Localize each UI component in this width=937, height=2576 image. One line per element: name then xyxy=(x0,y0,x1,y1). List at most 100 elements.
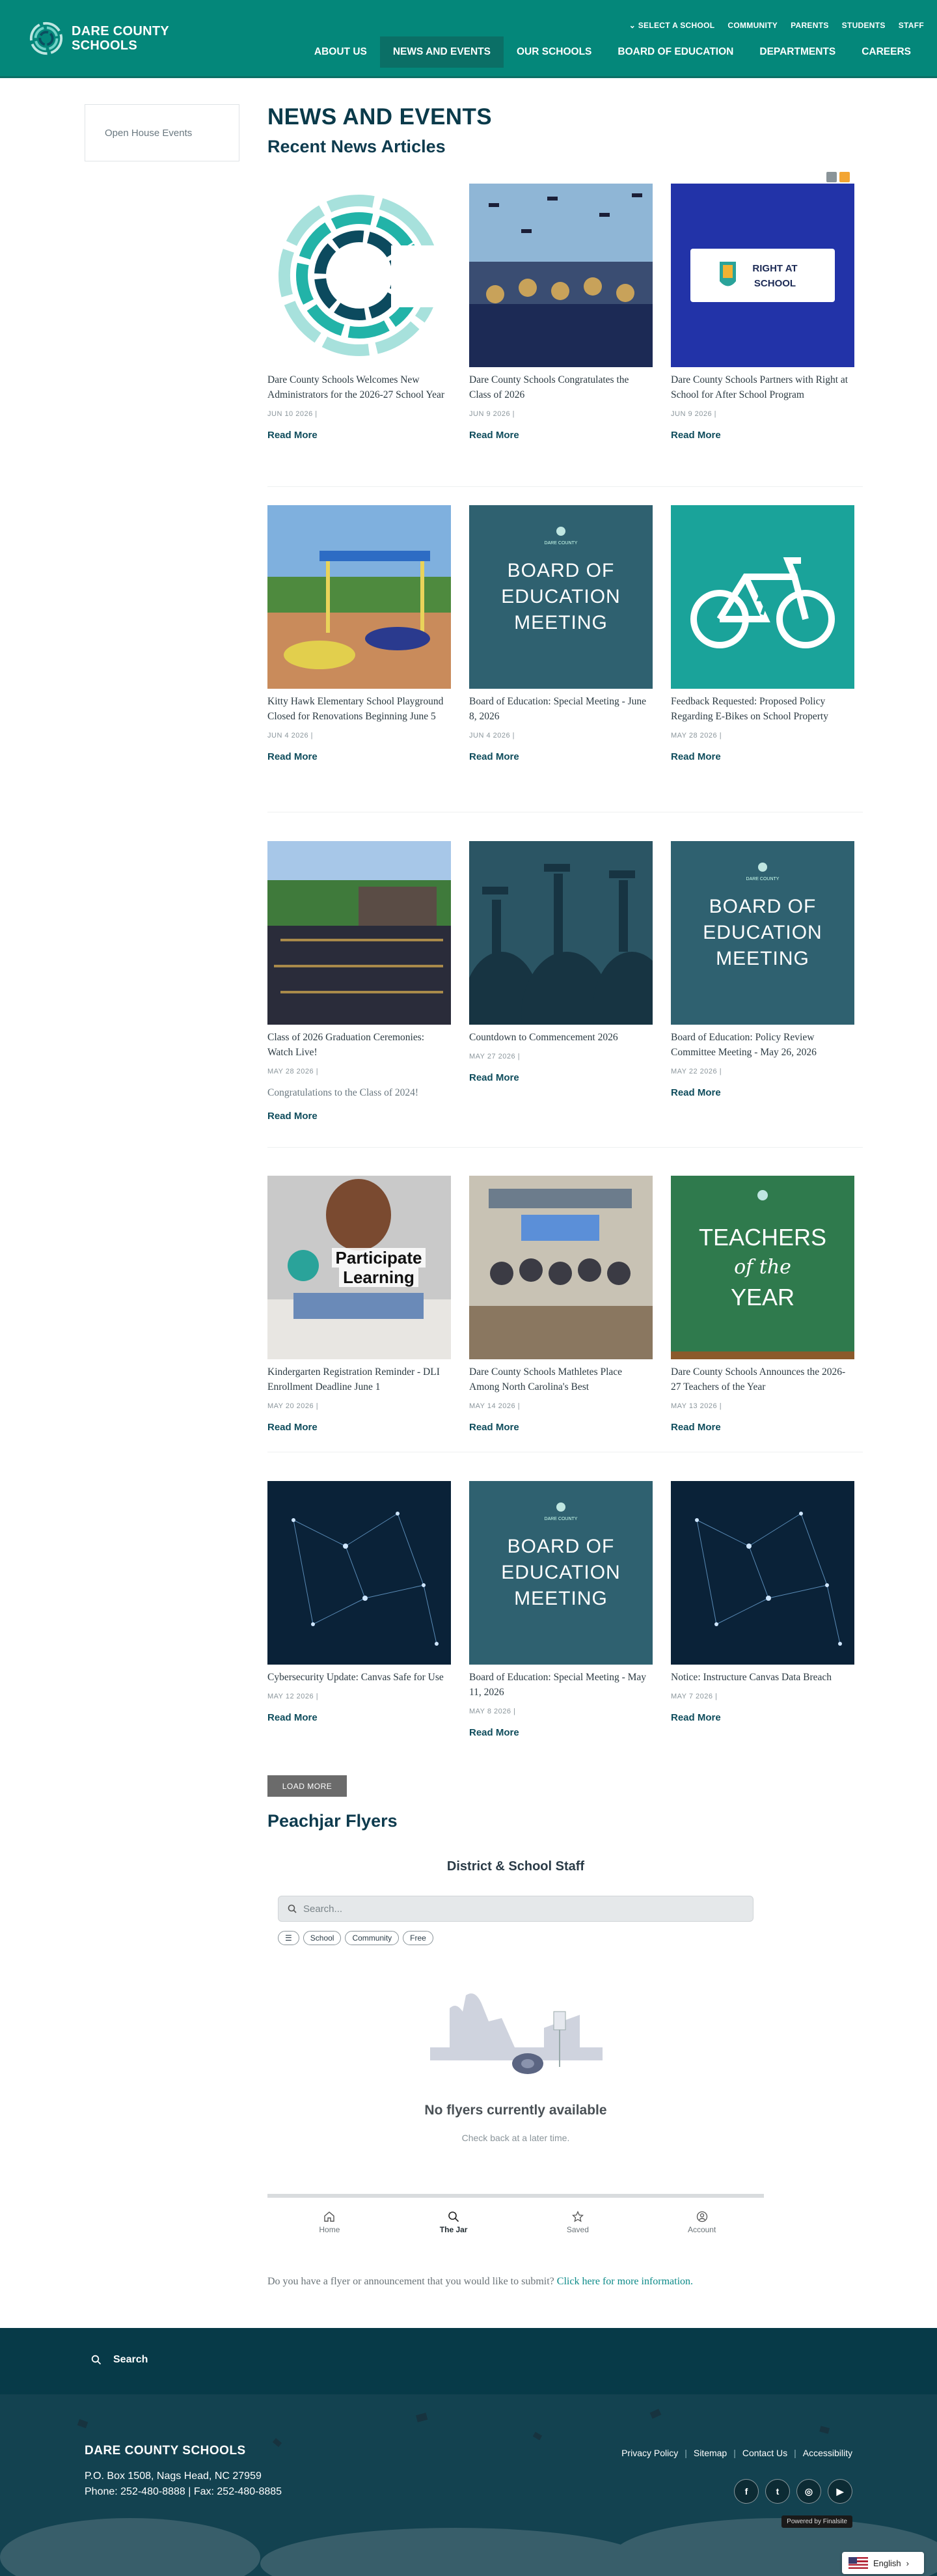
nav-our-schools[interactable]: OUR SCHOOLS xyxy=(504,36,604,68)
news-title[interactable]: Dare County Schools Announces the 2026-2… xyxy=(671,1364,854,1394)
read-more-link[interactable]: Read More xyxy=(469,751,653,762)
news-thumbnail[interactable] xyxy=(469,184,653,367)
tab-saved[interactable]: Saved xyxy=(539,2211,617,2234)
load-more-button[interactable]: LOAD MORE xyxy=(267,1775,347,1797)
site-logo[interactable]: DARE COUNTY SCHOOLS xyxy=(27,20,169,57)
news-thumbnail[interactable]: DARE COUNTY BOARD OF EDUCATION MEETING xyxy=(469,1481,653,1665)
read-more-link[interactable]: Read More xyxy=(671,1422,854,1433)
language-selector[interactable]: English › xyxy=(842,2552,924,2574)
tab-home[interactable]: Home xyxy=(290,2211,368,2234)
news-title[interactable]: Class of 2026 Graduation Ceremonies: Wat… xyxy=(267,1030,451,1060)
read-more-link[interactable]: Read More xyxy=(671,1712,854,1723)
footer-link-contact[interactable]: Contact Us xyxy=(742,2448,787,2458)
news-thumbnail[interactable] xyxy=(469,1176,653,1359)
nav-about-us[interactable]: ABOUT US xyxy=(301,36,380,68)
news-card[interactable]: Dare County Schools Mathletes Place Amon… xyxy=(469,1176,653,1433)
util-staff[interactable]: STAFF xyxy=(899,21,924,30)
chip-free[interactable]: Free xyxy=(403,1931,433,1945)
nav-news-and-events[interactable]: NEWS AND EVENTS xyxy=(379,36,504,68)
news-card[interactable]: Kitty Hawk Elementary School Playground … xyxy=(267,505,451,762)
news-card[interactable]: Notice: Instructure Canvas Data Breach MA… xyxy=(671,1481,854,1723)
read-more-link[interactable]: Read More xyxy=(469,1727,653,1738)
nav-board-of-education[interactable]: BOARD OF EDUCATION xyxy=(604,36,746,68)
news-thumbnail[interactable]: TEACHERS of the YEAR xyxy=(671,1176,854,1359)
read-more-link[interactable]: Read More xyxy=(469,1072,653,1083)
read-more-link[interactable]: Read More xyxy=(267,1712,451,1723)
read-more-link[interactable]: Read More xyxy=(267,430,451,441)
footer-link-privacy[interactable]: Privacy Policy xyxy=(621,2448,678,2458)
news-title[interactable]: Dare County Schools Mathletes Place Amon… xyxy=(469,1364,653,1394)
news-card[interactable]: TEACHERS of the YEAR Dare County Schools An… xyxy=(671,1176,854,1433)
news-card[interactable]: RIGHT AT SCHOOL Dare County Schools Partne… xyxy=(671,184,854,441)
news-thumbnail[interactable] xyxy=(267,505,451,689)
news-title[interactable]: Dare County Schools Partners with Right … xyxy=(671,372,854,402)
util-select-school[interactable]: ⌄ SELECT A SCHOOL xyxy=(629,21,715,30)
news-title[interactable]: Countdown to Commencement 2026 xyxy=(469,1030,653,1045)
tab-account[interactable]: Account xyxy=(663,2211,741,2234)
news-thumbnail[interactable] xyxy=(671,505,854,689)
news-card[interactable]: Feedback Requested: Proposed Policy Rega… xyxy=(671,505,854,762)
instagram-icon[interactable]: ◎ xyxy=(796,2479,821,2504)
news-thumbnail[interactable]: DARE COUNTY BOARD OF EDUCATION MEETING xyxy=(469,505,653,689)
youtube-icon[interactable]: ▶ xyxy=(828,2479,852,2504)
nav-departments[interactable]: DEPARTMENTS xyxy=(746,36,849,68)
news-title[interactable]: Board of Education: Policy Review Commit… xyxy=(671,1030,854,1060)
util-parents[interactable]: PARENTS xyxy=(791,21,829,30)
news-card[interactable]: Class of 2026 Graduation Ceremonies: Wat… xyxy=(267,841,451,1122)
twitter-icon[interactable]: t xyxy=(765,2479,790,2504)
flyer-search-input[interactable]: Search... xyxy=(278,1896,754,1922)
news-card[interactable]: DARE COUNTY BOARD OF EDUCATION MEETING Board… xyxy=(671,841,854,1098)
util-community[interactable]: COMMUNITY xyxy=(727,21,778,30)
news-card[interactable]: Participate Learning Kindergarten Registra… xyxy=(267,1176,451,1433)
news-thumbnail[interactable]: Participate Learning xyxy=(267,1176,451,1359)
read-more-link[interactable]: Read More xyxy=(671,751,854,762)
sidebar-item-open-house[interactable]: Open House Events xyxy=(85,104,239,161)
news-title[interactable]: Board of Education: Special Meeting - Ju… xyxy=(469,694,653,724)
news-thumbnail[interactable] xyxy=(469,841,653,1025)
footer-school-name: DARE COUNTY SCHOOLS xyxy=(85,2444,246,2458)
news-title[interactable]: Dare County Schools Congratulates the Cl… xyxy=(469,372,653,402)
util-students[interactable]: STUDENTS xyxy=(842,21,886,30)
news-card[interactable]: Countdown to Commencement 2026 MAY 27 202… xyxy=(469,841,653,1083)
news-thumbnail[interactable] xyxy=(267,184,451,367)
read-more-link[interactable]: Read More xyxy=(469,1422,653,1433)
read-more-link[interactable]: Read More xyxy=(671,430,854,441)
read-more-link[interactable]: Read More xyxy=(671,1087,854,1098)
logo-line2: SCHOOLS xyxy=(72,38,137,53)
news-thumbnail[interactable] xyxy=(671,1481,854,1665)
feed-icon[interactable] xyxy=(839,172,850,182)
news-card[interactable]: Cybersecurity Update: Canvas Safe for Us… xyxy=(267,1481,451,1723)
news-title[interactable]: Board of Education: Special Meeting - Ma… xyxy=(469,1670,653,1700)
read-more-link[interactable]: Read More xyxy=(469,430,653,441)
news-title[interactable]: Dare County Schools Welcomes New Adminis… xyxy=(267,372,451,402)
chip-school[interactable]: School xyxy=(303,1931,342,1945)
news-title[interactable]: Cybersecurity Update: Canvas Safe for Us… xyxy=(267,1670,451,1685)
news-thumbnail[interactable] xyxy=(267,841,451,1025)
footer-link-sitemap[interactable]: Sitemap xyxy=(694,2448,727,2458)
tab-the-jar[interactable]: The Jar xyxy=(414,2211,493,2234)
read-more-link[interactable]: Read More xyxy=(267,1422,451,1433)
news-title[interactable]: Feedback Requested: Proposed Policy Rega… xyxy=(671,694,854,724)
news-title[interactable]: Kindergarten Registration Reminder - DLI… xyxy=(267,1364,451,1394)
footer-link-accessibility[interactable]: Accessibility xyxy=(803,2448,852,2458)
news-card[interactable]: DARE COUNTY BOARD OF EDUCATION MEETING Board… xyxy=(469,1481,653,1738)
news-title[interactable]: Notice: Instructure Canvas Data Breach xyxy=(671,1670,854,1685)
news-card[interactable]: DARE COUNTY BOARD OF EDUCATION MEETING Board… xyxy=(469,505,653,762)
news-card[interactable]: Dare County Schools Welcomes New Adminis… xyxy=(267,184,451,441)
facebook-icon[interactable]: f xyxy=(734,2479,759,2504)
footer-search-button[interactable]: Search xyxy=(91,2354,148,2366)
news-thumbnail[interactable]: RIGHT AT SCHOOL xyxy=(671,184,854,367)
filter-icon[interactable]: ☰ xyxy=(278,1931,299,1945)
chip-community[interactable]: Community xyxy=(345,1931,400,1945)
powered-by-badge[interactable]: Powered by Finalsite xyxy=(781,2515,852,2528)
submit-flyer-link[interactable]: Click here for more information. xyxy=(557,2276,693,2287)
news-title[interactable]: Kitty Hawk Elementary School Playground … xyxy=(267,694,451,724)
nav-careers[interactable]: CAREERS xyxy=(849,36,924,68)
news-thumbnail[interactable]: DARE COUNTY BOARD OF EDUCATION MEETING xyxy=(671,841,854,1025)
news-thumbnail[interactable] xyxy=(267,1481,451,1665)
read-more-link[interactable]: Read More xyxy=(267,751,451,762)
read-more-link[interactable]: Read More xyxy=(267,1111,451,1122)
empty-title: No flyers currently available xyxy=(424,2103,607,2118)
news-card[interactable]: Dare County Schools Congratulates the Cl… xyxy=(469,184,653,441)
rss-icon[interactable] xyxy=(826,172,837,182)
